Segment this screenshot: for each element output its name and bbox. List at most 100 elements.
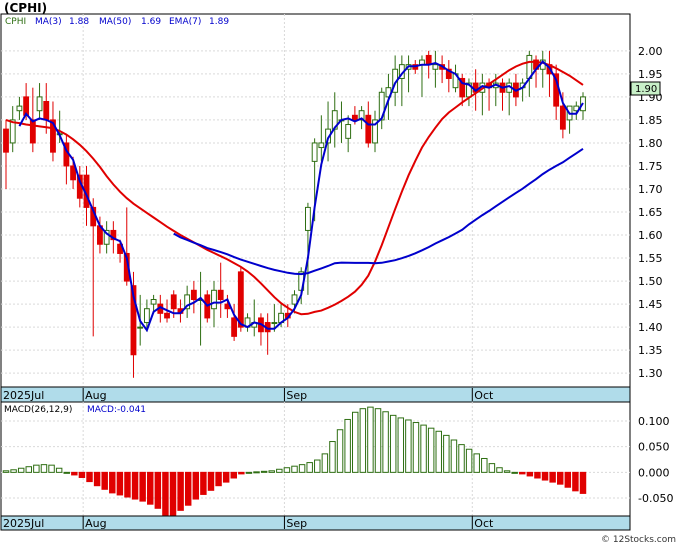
macd-bar-positive bbox=[450, 439, 458, 473]
macd-bar-negative bbox=[131, 471, 139, 500]
date-label: Sep bbox=[286, 517, 307, 530]
macd-bar-negative bbox=[579, 471, 587, 494]
candle-body bbox=[271, 322, 278, 325]
price-tick-label: 1.45 bbox=[638, 298, 663, 311]
macd-bar-negative bbox=[147, 471, 154, 505]
macd-bar-positive bbox=[503, 470, 511, 473]
price-tick-label: 1.40 bbox=[638, 321, 663, 334]
candle-body bbox=[143, 308, 150, 324]
macd-bar-positive bbox=[458, 444, 465, 473]
candle-body bbox=[190, 289, 197, 301]
macd-bar-positive bbox=[306, 462, 313, 473]
macd-tick-label: -0.050 bbox=[638, 492, 673, 505]
candle-body bbox=[164, 312, 170, 319]
macd-bar-negative bbox=[169, 471, 177, 517]
macd-bar-negative bbox=[230, 471, 237, 479]
macd-bar-positive bbox=[352, 411, 359, 473]
macd-bar-positive bbox=[344, 418, 351, 473]
date-label: Oct bbox=[474, 389, 494, 402]
macd-panel: 0.100 0.050 0.000 -0.050 2025Jul Aug Sep Oct M… bbox=[0, 401, 673, 531]
macd-legend-params: MACD(26,12,9) bbox=[4, 405, 72, 415]
macd-bar-negative bbox=[101, 471, 108, 490]
macd-bar-negative bbox=[86, 471, 93, 483]
macd-bar-positive bbox=[465, 448, 473, 473]
macd-bar-positive bbox=[25, 466, 33, 473]
candle-body bbox=[16, 105, 23, 112]
legend-ma-long-value: 1.69 bbox=[141, 17, 161, 27]
macd-bar-positive bbox=[55, 467, 63, 473]
macd-bar-negative bbox=[564, 471, 572, 488]
macd-bar-positive bbox=[488, 463, 496, 473]
candle-body bbox=[365, 114, 372, 144]
candle-body bbox=[432, 64, 439, 70]
macd-tick-label: 0.000 bbox=[638, 466, 670, 479]
macd-bar-positive bbox=[496, 467, 503, 473]
macd-bar-positive bbox=[329, 441, 336, 473]
price-legend: CPHI MA(3) 1.88 MA(50) 1.69 EMA(7) 1.89 bbox=[5, 17, 229, 27]
macd-bar-positive bbox=[40, 464, 48, 473]
macd-bar-negative bbox=[215, 471, 222, 487]
macd-bar-positive bbox=[382, 411, 389, 473]
price-tick-label: 1.30 bbox=[638, 367, 663, 380]
macd-bar-negative bbox=[192, 471, 200, 500]
macd-bar-negative bbox=[222, 471, 230, 483]
macd-bar-negative bbox=[519, 471, 526, 475]
macd-bar-negative bbox=[534, 471, 541, 479]
last-price-tag: 1.90 bbox=[630, 81, 661, 96]
macd-bar-negative bbox=[162, 471, 169, 516]
macd-bar-positive bbox=[268, 470, 275, 473]
macd-bar-negative bbox=[78, 471, 86, 478]
macd-bar-negative bbox=[116, 471, 124, 496]
candle-body bbox=[311, 142, 318, 162]
candle-body bbox=[29, 119, 36, 144]
macd-bar-positive bbox=[389, 414, 397, 473]
macd-bar-positive bbox=[412, 422, 420, 473]
candle-body bbox=[318, 142, 325, 149]
macd-bar-positive bbox=[359, 408, 367, 473]
price-tick-label: 1.70 bbox=[638, 183, 663, 196]
legend-ema-label: EMA(7) bbox=[169, 17, 201, 27]
macd-bar-positive bbox=[283, 467, 291, 473]
date-label: Oct bbox=[474, 517, 494, 530]
candle-body bbox=[345, 124, 352, 139]
candle-body bbox=[170, 294, 177, 310]
macd-bar-positive bbox=[291, 465, 298, 473]
candle-body bbox=[305, 206, 311, 231]
macd-bar-positive bbox=[298, 464, 306, 473]
candle-body bbox=[217, 289, 224, 301]
date-label: Aug bbox=[85, 389, 106, 402]
date-label: Sep bbox=[286, 389, 307, 402]
date-label: 2025Jul bbox=[3, 517, 44, 530]
macd-bar-positive bbox=[435, 430, 442, 473]
macd-bar-positive bbox=[63, 471, 70, 474]
macd-bar-negative bbox=[207, 471, 215, 491]
watermark: © 12Stocks.com bbox=[601, 535, 676, 545]
candle-body bbox=[351, 114, 358, 121]
macd-bar-positive bbox=[321, 453, 329, 473]
macd-bar-positive bbox=[427, 427, 435, 473]
macd-bar-positive bbox=[511, 471, 518, 474]
macd-bar-negative bbox=[549, 471, 556, 483]
price-tick-label: 1.60 bbox=[638, 229, 663, 242]
macd-bar-negative bbox=[238, 471, 245, 475]
macd-bar-negative bbox=[71, 471, 78, 476]
last-price-tag-text: 1.90 bbox=[635, 84, 657, 95]
stock-chart-figure: (CPHI) 2.00 1.95 1.90 1.85 1.80 1.75 1.70 1.65 1… bbox=[0, 0, 680, 546]
macd-bar-positive bbox=[17, 467, 25, 473]
macd-bar-positive bbox=[253, 471, 260, 474]
price-tick-label: 1.50 bbox=[638, 275, 663, 288]
price-tick-label: 1.55 bbox=[638, 252, 663, 265]
price-tick-label: 1.65 bbox=[638, 206, 663, 219]
candle-body bbox=[36, 96, 43, 112]
macd-bar-negative bbox=[541, 471, 549, 481]
macd-bar-negative bbox=[154, 471, 162, 509]
macd-bar-negative bbox=[177, 471, 184, 511]
macd-tick-label: 0.100 bbox=[638, 415, 670, 428]
macd-bar-positive bbox=[473, 453, 480, 473]
price-tick-label: 1.75 bbox=[638, 160, 663, 173]
price-tick-label: 1.35 bbox=[638, 344, 663, 357]
macd-bar-positive bbox=[443, 434, 450, 473]
macd-panel-frame bbox=[0, 401, 631, 517]
macd-bar-positive bbox=[276, 468, 283, 473]
macd-bar-positive bbox=[33, 464, 40, 473]
